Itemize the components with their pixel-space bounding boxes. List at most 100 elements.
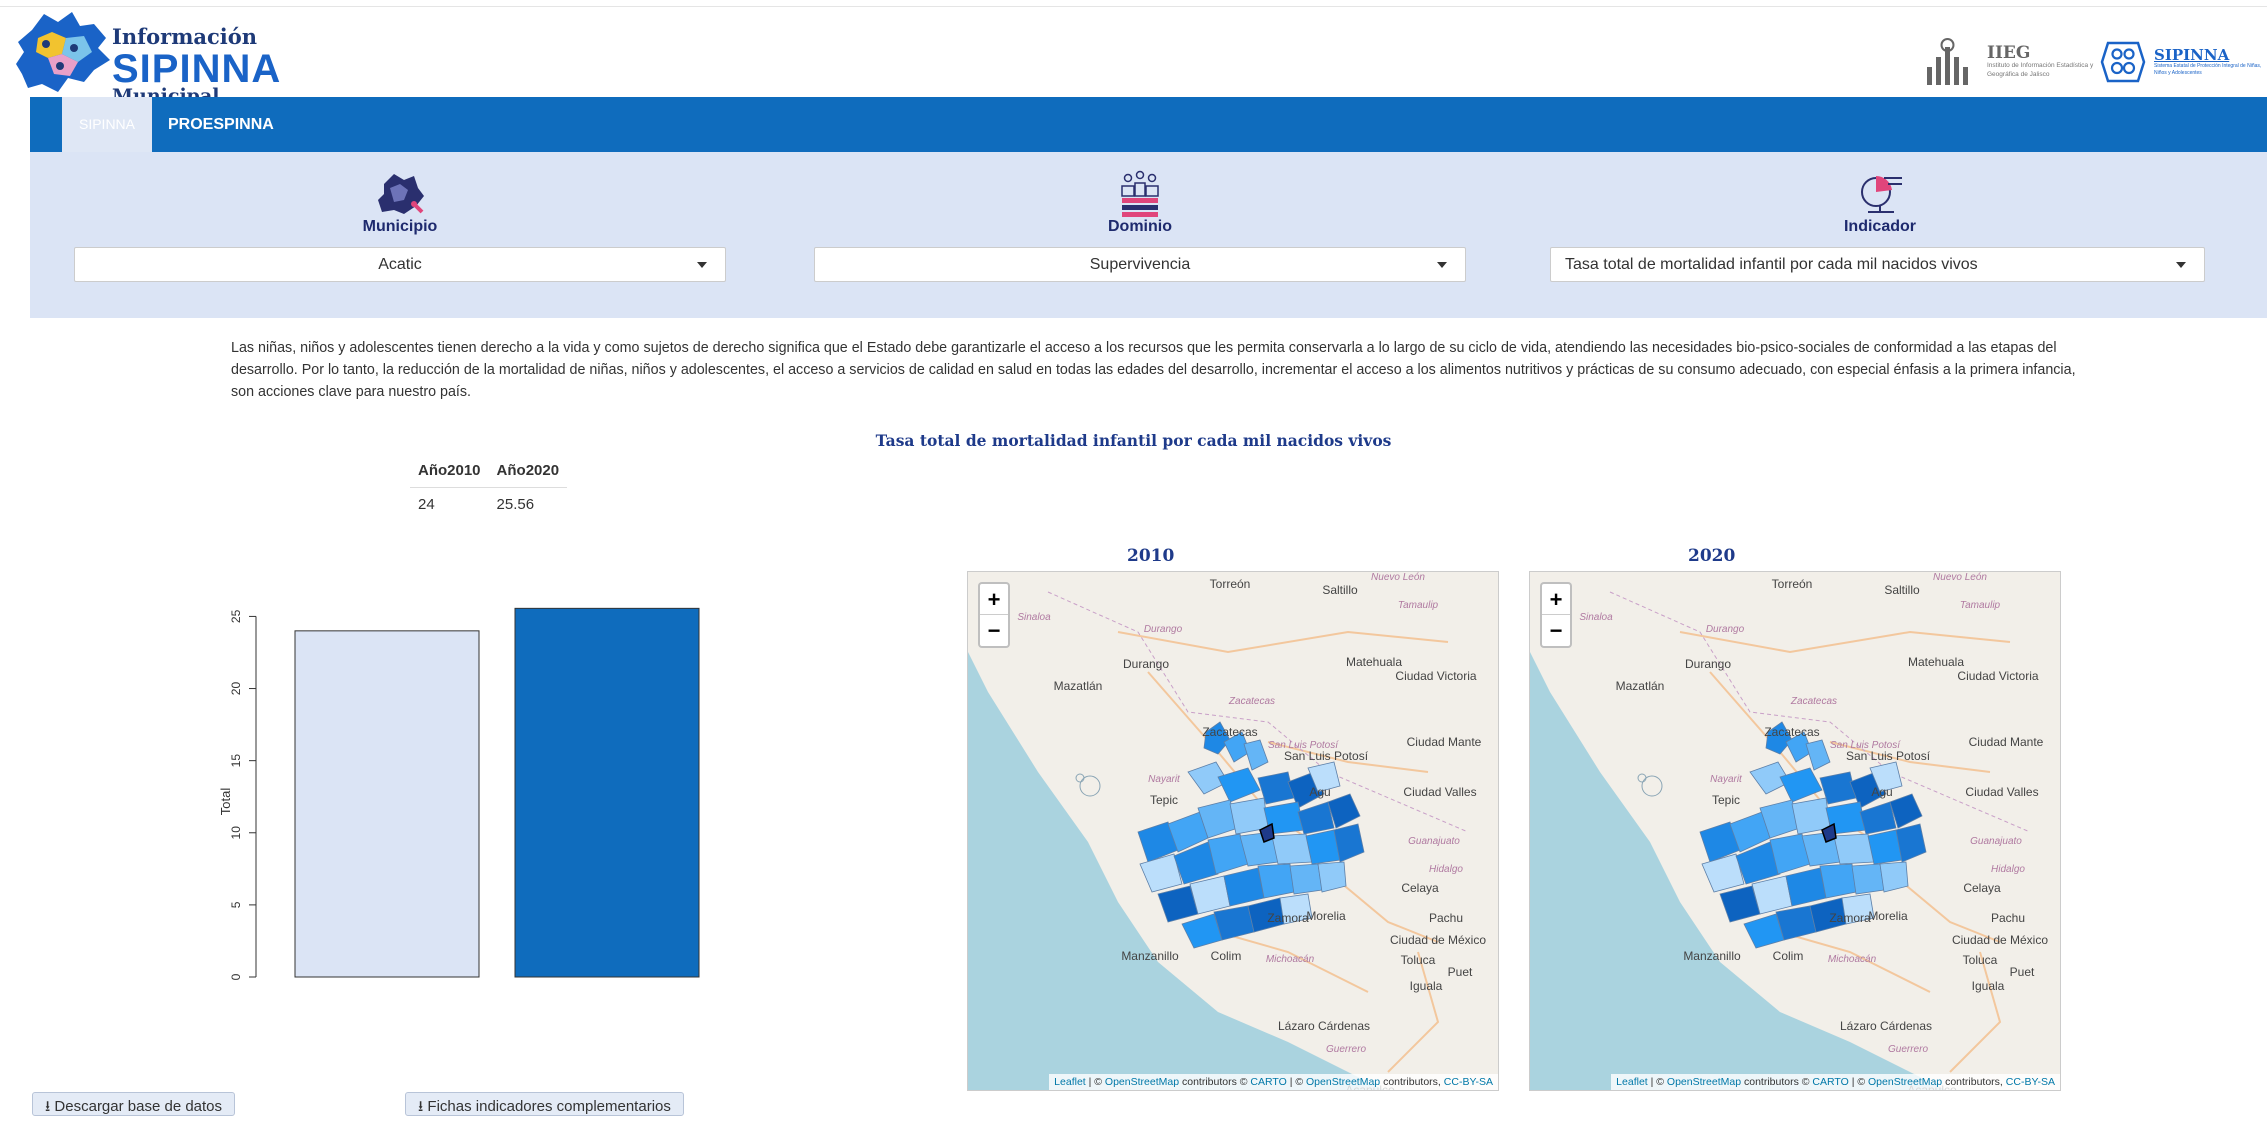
map-2020-canvas[interactable]: Torreón Saltillo Nuevo León Sinaloa Tamaulip… [1530, 572, 2061, 1091]
map-place-label: Guanajuato [1970, 836, 2022, 847]
main-navbar: SIPINNA PROESPINNA [30, 97, 2267, 152]
map-place-label: Zacatecas [1228, 696, 1275, 707]
osm-link[interactable]: OpenStreetMap [1667, 1076, 1741, 1088]
dominio-select[interactable]: Supervivencia [814, 247, 1466, 282]
municipality-polygon [1257, 863, 1295, 899]
people-dominio-icon [1121, 170, 1159, 217]
attribution-separator: | © [1085, 1076, 1105, 1088]
brand-text: Información SIPINNA Municipal [112, 26, 281, 106]
iieg-description: Instituto de Información Estadística y G… [1987, 62, 2094, 78]
map-place-label: San Luis Potosí [1284, 749, 1369, 763]
tab-proespinna[interactable]: PROESPINNA [168, 97, 274, 152]
zoom-in-button[interactable]: + [1542, 584, 1570, 615]
map-place-label: Torreón [1210, 577, 1251, 591]
map-place-label: Sinaloa [1017, 612, 1051, 623]
map-place-label: Matehuala [1346, 655, 1402, 669]
map-place-label: Zacatecas [1202, 725, 1257, 739]
map-place-label: Durango [1685, 657, 1731, 671]
leaflet-link[interactable]: Leaflet [1616, 1076, 1648, 1088]
map-place-label: Colim [1773, 949, 1804, 963]
map-place-label: Zacatecas [1790, 696, 1837, 707]
indicator-table: Año2010 Año2020 24 25.56 [410, 456, 568, 519]
map-place-label: Agu [1871, 785, 1892, 799]
jalisco-municipio-icon [378, 174, 424, 214]
municipality-polygon [1289, 863, 1323, 895]
chevron-down-icon [697, 262, 707, 268]
y-axis-label: Total [218, 788, 233, 816]
map-place-label: Tamaulip [1960, 600, 2001, 611]
map-2020[interactable]: Torreón Saltillo Nuevo León Sinaloa Tamaulip… [1529, 571, 2061, 1091]
leaflet-link[interactable]: Leaflet [1054, 1076, 1086, 1088]
sipinna-state-name: SIPINNA [2154, 46, 2230, 64]
indicador-filter: Indicador Tasa total de mortalidad infan… [1510, 152, 2267, 318]
attribution-text: contributors © [1741, 1076, 1813, 1088]
pie-chart-indicador-icon [1861, 175, 1902, 213]
map-place-label: Sinaloa [1579, 612, 1613, 623]
map-place-label: Ciudad Victoria [1957, 669, 2038, 683]
dominio-selected-value: Supervivencia [1089, 256, 1191, 273]
land-area [1530, 572, 2060, 1090]
map-2010[interactable]: Torreón Saltillo Nuevo León Sinaloa Tamaulip… [967, 571, 1499, 1091]
map-place-label: Guanajuato [1408, 836, 1460, 847]
indicator-title: Tasa total de mortalidad infantil por ca… [875, 431, 1392, 450]
chevron-down-icon [1437, 262, 1447, 268]
zoom-out-button[interactable]: − [1542, 615, 1570, 646]
map-place-label: Nayarit [1148, 774, 1181, 785]
sipinna-state-logo[interactable]: SIPINNA Sistema Estatal de Protección In… [2100, 36, 2264, 88]
map-place-label: Zamora [1267, 911, 1309, 925]
map-2010-canvas[interactable]: Torreón Saltillo Nuevo León Sinaloa Tamaulip… [968, 572, 1499, 1091]
indicador-label: Indicador [1843, 218, 1916, 235]
map-place-label: Saltillo [1322, 583, 1358, 597]
map-place-label: Mazatlán [1616, 679, 1665, 693]
osm-link[interactable]: OpenStreetMap [1306, 1076, 1380, 1088]
map-place-label: Manzanillo [1683, 949, 1741, 963]
brand-line1: Información [112, 24, 258, 49]
license-link[interactable]: CC-BY-SA [2006, 1076, 2055, 1088]
map-place-label: Pachu [1991, 911, 2025, 925]
y-tick-label: 20 [229, 682, 243, 696]
zoom-out-button[interactable]: − [980, 615, 1008, 646]
map-place-label: Toluca [1963, 953, 1998, 967]
map-place-label: Mazatlán [1054, 679, 1103, 693]
map-2020-title: 2020 [1688, 546, 1736, 566]
attribution-separator: | © [1848, 1076, 1869, 1088]
map-place-label: Tamaulip [1398, 600, 1439, 611]
municipality-polygon [1819, 863, 1857, 899]
map-place-label: Zamora [1829, 911, 1871, 925]
tab-sipinna[interactable]: SIPINNA [62, 97, 152, 152]
map-place-label: Iguala [1972, 979, 2005, 993]
y-tick-label: 25 [229, 609, 243, 623]
map-place-label: Lázaro Cárdenas [1840, 1019, 1932, 1033]
sipinna-people-icon [2100, 41, 2146, 83]
map-place-label: Morelia [1306, 909, 1346, 923]
map-place-label: Toluca [1401, 953, 1436, 967]
fichas-indicadores-button[interactable]: ⭳ Fichas indicadores complementarios [405, 1092, 684, 1116]
iieg-logo[interactable]: IIEG Instituto de Información Estadístic… [1925, 32, 2097, 92]
dominio-label: Dominio [1108, 218, 1172, 235]
municipio-selected-value: Acatic [378, 256, 422, 273]
carto-link[interactable]: CARTO [1812, 1076, 1848, 1088]
map-place-label: Puet [1448, 965, 1473, 979]
map-attribution: Leaflet | © OpenStreetMap contributors ©… [1611, 1074, 2060, 1090]
fichas-button-label: Fichas indicadores complementarios [427, 1098, 671, 1115]
zoom-in-button[interactable]: + [980, 584, 1008, 615]
map-place-label: Ciudad Mante [1407, 735, 1482, 749]
download-database-button[interactable]: ⭳ Descargar base de datos [32, 1092, 236, 1116]
map-place-label: Michoacán [1828, 954, 1877, 965]
osm-link[interactable]: OpenStreetMap [1105, 1076, 1179, 1088]
y-tick-label: 0 [229, 973, 243, 980]
value-2020: 25.56 [496, 496, 535, 513]
map-place-label: Ciudad de México [1390, 933, 1486, 947]
osm-link[interactable]: OpenStreetMap [1868, 1076, 1942, 1088]
attribution-text: contributors © [1179, 1076, 1251, 1088]
map-place-label: Puet [2010, 965, 2035, 979]
iieg-name: IIEG [1987, 43, 2031, 64]
carto-link[interactable]: CARTO [1250, 1076, 1286, 1088]
map-place-label: Torreón [1772, 577, 1813, 591]
indicador-select[interactable]: Tasa total de mortalidad infantil por ca… [1550, 247, 2205, 282]
municipio-select[interactable]: Acatic [74, 247, 726, 282]
license-link[interactable]: CC-BY-SA [1444, 1076, 1493, 1088]
map-place-label: Nuevo León [1371, 572, 1425, 583]
map-place-label: Tepic [1150, 793, 1178, 807]
municipio-label: Municipio [362, 218, 438, 235]
